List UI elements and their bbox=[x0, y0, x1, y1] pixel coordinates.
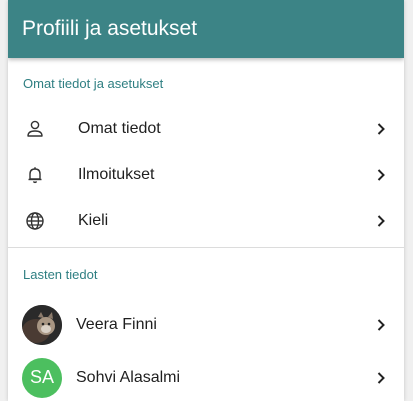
child-item-veera-finni[interactable]: Veera Finni bbox=[8, 298, 404, 351]
child-item-sohvi-alasalmi[interactable]: SA Sohvi Alasalmi bbox=[8, 351, 404, 401]
menu-item-language[interactable]: Kieli bbox=[8, 198, 404, 244]
person-icon bbox=[22, 116, 48, 142]
avatar bbox=[22, 304, 62, 345]
globe-icon bbox=[22, 208, 48, 234]
chevron-right-icon bbox=[372, 212, 390, 230]
chevron-right-icon bbox=[372, 369, 390, 387]
menu-item-label: Kieli bbox=[78, 212, 109, 229]
menu-item-own-info[interactable]: Omat tiedot bbox=[8, 106, 404, 152]
profile-settings-panel: Profiili ja asetukset Omat tiedot ja ase… bbox=[8, 0, 404, 401]
child-name: Sohvi Alasalmi bbox=[76, 368, 181, 386]
menu-item-label: Omat tiedot bbox=[78, 120, 161, 137]
section-title-children: Lasten tiedot bbox=[23, 266, 98, 282]
bell-icon bbox=[22, 162, 48, 188]
header-bar: Profiili ja asetukset bbox=[8, 0, 404, 58]
avatar: SA bbox=[22, 357, 62, 398]
child-name: Veera Finni bbox=[76, 315, 157, 333]
menu-item-notifications[interactable]: Ilmoitukset bbox=[8, 152, 404, 198]
section-title-own: Omat tiedot ja asetukset bbox=[23, 75, 164, 91]
page-title: Profiili ja asetukset bbox=[22, 17, 198, 40]
chevron-right-icon bbox=[372, 316, 390, 334]
menu-item-label: Ilmoitukset bbox=[78, 166, 155, 183]
chevron-right-icon bbox=[372, 166, 390, 184]
chevron-right-icon bbox=[372, 120, 390, 138]
